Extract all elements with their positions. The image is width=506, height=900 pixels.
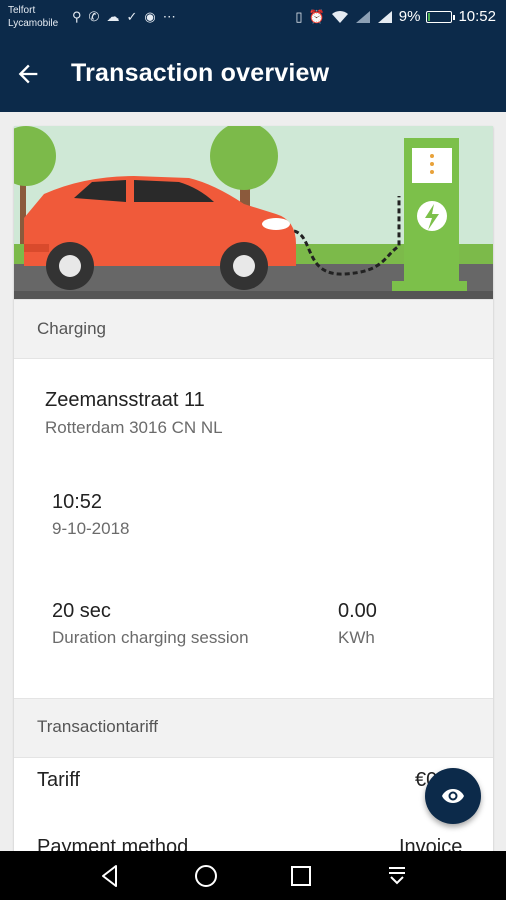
transaction-content[interactable]: Charging Zeemansstraat 11 Rotterdam 3016… (0, 112, 506, 851)
address-city: Rotterdam 3016 CN NL (45, 418, 223, 437)
transaction-card: Charging Zeemansstraat 11 Rotterdam 3016… (14, 126, 493, 851)
tariff-section-header: Transactiontariff (14, 698, 493, 758)
page-title: Transaction overview (71, 59, 330, 87)
payment-method-value: Invoice (399, 836, 463, 851)
carrier-line-1: Telfort (8, 5, 36, 16)
charging-time: 10:52 (52, 491, 103, 513)
signal-icon (355, 10, 370, 23)
nav-back-icon[interactable] (97, 863, 123, 889)
carrier-names: Telfort Lycamobile (8, 4, 58, 30)
energy-unit: KWh (338, 628, 375, 647)
address-street: Zeemansstraat 11 (45, 389, 205, 411)
duration-value: 20 sec (52, 600, 111, 622)
status-bar: Telfort Lycamobile ⚲ ✆ ☁ ✓ ◉ ⋯ ▯ ⏰ 9% 10… (0, 0, 506, 36)
charging-section-header: Charging (14, 299, 493, 359)
cloud-icon: ☁ (106, 9, 120, 24)
app-icon: ◉ (144, 9, 156, 24)
energy-value: 0.00 (338, 600, 377, 622)
notification-icons: ⚲ ✆ ☁ ✓ ◉ ⋯ (72, 9, 176, 25)
app-bar: Transaction overview (0, 36, 506, 112)
signal-icon-2 (377, 10, 392, 23)
vibrate-icon: ▯ (295, 8, 303, 24)
carrier-line-2: Lycamobile (8, 18, 59, 29)
usb-icon: ⚲ (72, 9, 82, 24)
nav-notifications-icon[interactable] (384, 863, 410, 889)
charging-date: 9-10-2018 (52, 519, 130, 538)
view-fab-button[interactable] (425, 768, 481, 824)
system-nav-bar (0, 851, 506, 900)
battery-icon (426, 10, 456, 23)
clock: 10:52 (458, 8, 496, 25)
charging-car-illustration (14, 126, 493, 299)
back-arrow-icon[interactable] (14, 60, 42, 88)
tariff-label: Tariff (37, 769, 80, 791)
download-done-icon: ✓ (126, 9, 138, 24)
eye-icon (442, 789, 464, 803)
charging-header-label: Charging (37, 319, 106, 338)
duration-label: Duration charging session (52, 628, 249, 647)
alarm-icon: ⏰ (308, 8, 325, 24)
nav-recents-icon[interactable] (288, 863, 314, 889)
more-icon: ⋯ (162, 9, 176, 24)
payment-method-label: Payment method (37, 836, 189, 851)
system-status: ▯ ⏰ 9% 10:52 (295, 8, 496, 25)
wifi-icon (331, 10, 348, 23)
wifi-call-icon: ✆ (88, 9, 100, 24)
battery-percent: 9% (398, 8, 421, 25)
tariff-header-label: Transactiontariff (37, 717, 158, 736)
nav-home-icon[interactable] (193, 863, 219, 889)
